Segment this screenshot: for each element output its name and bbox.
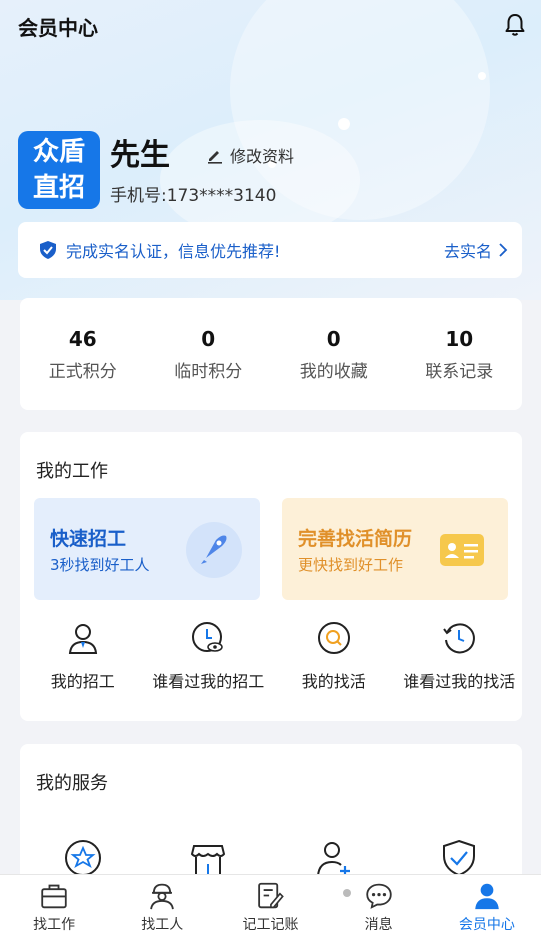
tab-find-worker[interactable]: 找工人 [112, 875, 212, 934]
logo-line-1: 众盾 [32, 137, 85, 167]
edit-profile-label: 修改资料 [230, 147, 295, 166]
chevron-right-icon [499, 243, 508, 257]
stat-label: 正式积分 [48, 361, 117, 382]
stat-label: 临时积分 [174, 361, 243, 382]
bottom-tab-bar: 找工作 找工人 记工记账 消息 会员中心 [0, 874, 541, 934]
clock-eye-icon [192, 622, 223, 652]
pencil-icon [208, 151, 222, 164]
shortcut-label: 我的找活 [301, 672, 366, 691]
stat-favorites[interactable]: 0 我的收藏 [274, 327, 394, 382]
tab-find-job[interactable]: 找工作 [4, 875, 104, 934]
who-viewed-job-search-item[interactable]: 谁看过我的找活 [397, 620, 523, 692]
star-badge-icon[interactable] [63, 838, 103, 878]
tab-label: 找工作 [33, 917, 76, 933]
notebook-pen-icon [258, 882, 285, 909]
promo-title: 完善找活简历 [298, 528, 413, 550]
stat-label: 我的收藏 [299, 361, 368, 382]
stats-card: 46 正式积分 0 临时积分 0 我的收藏 10 联系记录 [20, 298, 522, 410]
verify-action-link[interactable]: 去实名 [444, 238, 508, 262]
logo-line-2: 直招 [32, 173, 85, 203]
tab-label: 消息 [364, 917, 393, 933]
rocket-icon [186, 522, 242, 578]
page-title: 会员中心 [18, 16, 98, 40]
service-shortcuts [20, 838, 522, 878]
stat-temp-points[interactable]: 0 临时积分 [148, 327, 268, 382]
add-person-icon[interactable] [314, 838, 354, 878]
bell-icon[interactable] [502, 12, 528, 38]
who-viewed-hiring-item[interactable]: 谁看过我的招工 [146, 620, 272, 692]
notification-dot [342, 889, 351, 897]
stat-value: 10 [445, 326, 474, 351]
promo-subtitle: 3秒找到好工人 [50, 556, 150, 574]
shortcut-label: 我的招工 [50, 672, 115, 691]
shortcut-label: 谁看过我的招工 [152, 672, 265, 691]
briefcase-icon [41, 884, 67, 909]
stat-formal-points[interactable]: 46 正式积分 [23, 327, 143, 382]
stat-value: 0 [326, 326, 341, 351]
history-icon [443, 623, 476, 654]
chat-bubble-icon [365, 883, 392, 909]
brand-logo: 众盾 直招 [18, 131, 100, 209]
tab-label: 会员中心 [458, 917, 515, 933]
shop-icon[interactable] [188, 838, 228, 878]
tab-work-accounting[interactable]: 记工记账 [220, 875, 320, 934]
stat-value: 0 [201, 326, 216, 351]
verify-banner[interactable]: 完成实名认证，信息优先推荐! 去实名 [18, 222, 522, 278]
helmet-worker-icon [150, 883, 175, 910]
stat-value: 46 [68, 326, 97, 351]
user-name: 先生 [110, 138, 170, 173]
my-work-title: 我的工作 [36, 461, 108, 482]
resume-card-icon [440, 534, 484, 566]
verify-text: 完成实名认证，信息优先推荐! [66, 242, 281, 261]
my-services-card: 我的服务 [20, 744, 522, 884]
complete-resume-promo[interactable]: 完善找活简历 更快找到好工作 [282, 498, 508, 600]
worker-icon [68, 624, 97, 654]
promo-title: 快速招工 [50, 528, 127, 550]
verify-action-label: 去实名 [443, 242, 492, 261]
phone-number: 手机号:173****3140 [110, 186, 277, 206]
tab-messages[interactable]: 消息 [329, 875, 429, 934]
edit-profile-button[interactable]: 修改资料 [206, 143, 294, 167]
hero-decor-dot [478, 72, 486, 80]
my-job-search-item[interactable]: 我的找活 [271, 620, 397, 692]
shortcut-label: 谁看过我的找活 [403, 672, 516, 691]
my-services-title: 我的服务 [36, 773, 108, 794]
stat-contact-records[interactable]: 10 联系记录 [399, 327, 519, 382]
work-shortcuts: 我的招工 谁看过我的招工 我的找活 谁看过我的找活 [20, 620, 522, 692]
stat-label: 联系记录 [425, 361, 494, 382]
top-bar: 会员中心 [0, 0, 541, 50]
shield-check-icon [40, 241, 56, 259]
tab-label: 找工人 [141, 917, 184, 933]
my-hiring-item[interactable]: 我的招工 [20, 620, 146, 692]
tab-label: 记工记账 [242, 917, 299, 933]
quick-hire-promo[interactable]: 快速招工 3秒找到好工人 [34, 498, 260, 600]
shield-check-outline-icon[interactable] [439, 838, 479, 878]
hero-decor-dot [338, 118, 350, 130]
user-icon [475, 883, 499, 910]
tab-member-center[interactable]: 会员中心 [437, 875, 537, 934]
search-circle-icon [317, 622, 350, 654]
promo-subtitle: 更快找到好工作 [298, 556, 404, 574]
my-work-card: 我的工作 快速招工 3秒找到好工人 完善找活简历 更快找到好工作 我的招工 谁看… [20, 432, 522, 721]
